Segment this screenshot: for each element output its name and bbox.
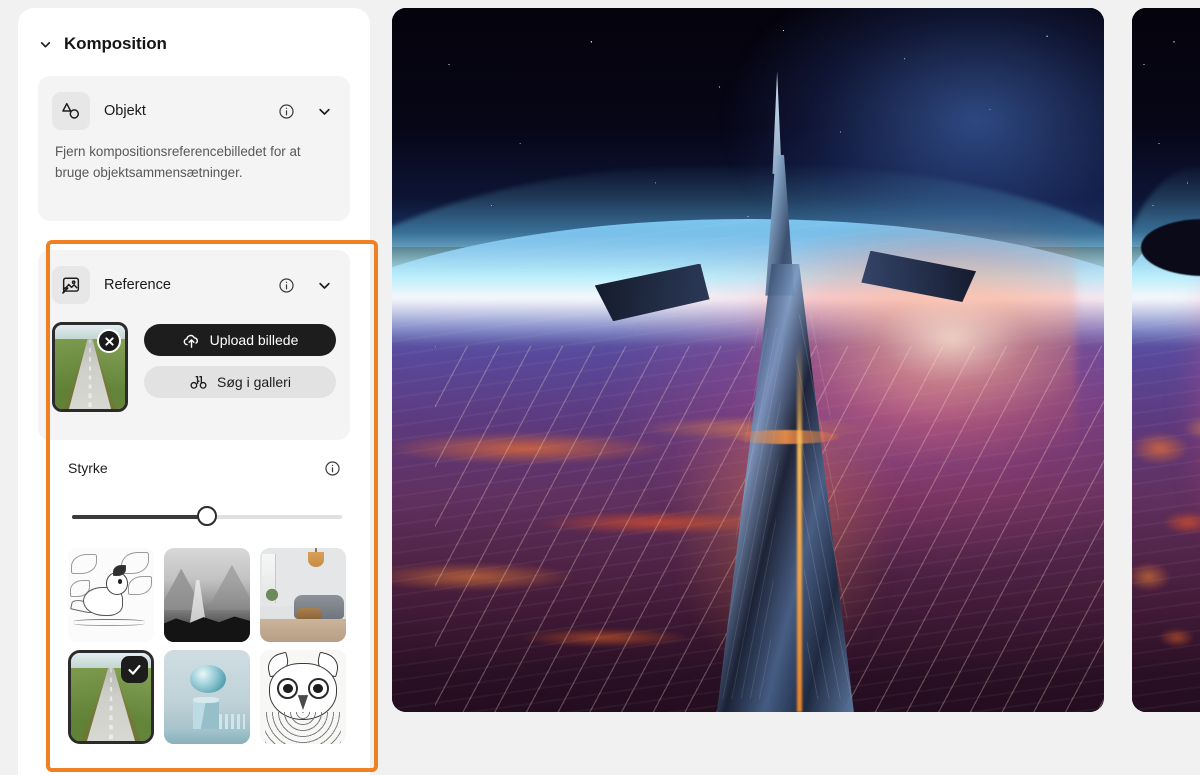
gallery-item-image xyxy=(164,548,250,642)
gallery-item-road-fields-selected[interactable] xyxy=(68,650,154,744)
close-x-icon[interactable] xyxy=(97,329,121,353)
object-shapes-icon xyxy=(52,92,90,130)
chevron-down-icon[interactable] xyxy=(38,37,52,51)
objekt-panel-header[interactable]: Objekt xyxy=(52,92,336,130)
strength-row: Styrke xyxy=(68,458,342,478)
reference-panel-header[interactable]: Reference xyxy=(52,266,336,304)
search-gallery-button[interactable]: Søg i galleri xyxy=(144,366,336,398)
gallery-item-image xyxy=(68,548,154,642)
objekt-panel-actions xyxy=(276,101,334,121)
composition-sidebar-panel: Komposition Objekt Fjern kompositionsref… xyxy=(18,8,378,775)
composition-section-header[interactable]: Komposition xyxy=(38,34,167,54)
reference-image-icon xyxy=(52,266,90,304)
chevron-down-icon[interactable] xyxy=(314,101,334,121)
style-gallery-grid xyxy=(68,548,346,744)
gallery-item-line-art-bird[interactable] xyxy=(68,548,154,642)
strength-slider[interactable] xyxy=(72,506,342,528)
reference-panel-label: Reference xyxy=(104,277,171,293)
page-title: Komposition xyxy=(64,34,167,53)
search-gallery-button-label: Søg i galleri xyxy=(217,374,291,390)
gallery-item-image xyxy=(260,650,346,744)
generated-image-main[interactable] xyxy=(392,8,1104,712)
info-icon[interactable] xyxy=(322,458,342,478)
upload-image-button[interactable]: Upload billede xyxy=(144,324,336,356)
reference-buttons: Upload billede Søg i galleri xyxy=(144,322,336,412)
objekt-panel: Objekt Fjern kompositionsreferencebilled… xyxy=(38,76,350,221)
generated-image-secondary[interactable] xyxy=(1132,8,1200,712)
gallery-item-image xyxy=(260,548,346,642)
space-scene-art xyxy=(392,8,1104,712)
cloud-upload-icon xyxy=(182,331,201,350)
strength-slider-thumb[interactable] xyxy=(197,506,217,526)
reference-thumbnail[interactable] xyxy=(52,322,128,412)
strength-slider-fill xyxy=(72,515,207,519)
gallery-item-living-room[interactable] xyxy=(260,548,346,642)
upload-image-button-label: Upload billede xyxy=(209,332,299,348)
gallery-item-owl-drawing[interactable] xyxy=(260,650,346,744)
gallery-item-3d-render[interactable] xyxy=(164,650,250,744)
reference-panel: Reference Upload billede Søg i galleri xyxy=(38,250,350,440)
sci-fi-tower-art xyxy=(594,71,977,712)
reference-body: Upload billede Søg i galleri xyxy=(52,322,336,412)
objekt-panel-label: Objekt xyxy=(104,103,146,119)
check-icon xyxy=(121,656,148,683)
gallery-item-mountain-landscape[interactable] xyxy=(164,548,250,642)
objekt-panel-description: Fjern kompositionsreferencebilledet for … xyxy=(55,144,301,180)
space-scene-art-secondary xyxy=(1132,8,1200,712)
strength-label: Styrke xyxy=(68,460,108,476)
chevron-down-icon[interactable] xyxy=(314,275,334,295)
reference-panel-actions xyxy=(276,275,334,295)
binoculars-icon xyxy=(189,373,208,392)
info-icon[interactable] xyxy=(276,101,296,121)
app-root: Komposition Objekt Fjern kompositionsref… xyxy=(0,0,1200,775)
info-icon[interactable] xyxy=(276,275,296,295)
gallery-item-image xyxy=(164,650,250,744)
